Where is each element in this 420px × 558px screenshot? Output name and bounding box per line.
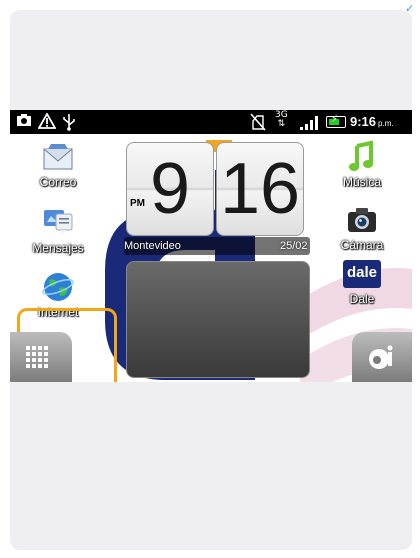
clock-city: Montevideo <box>124 240 181 252</box>
app-mensajes[interactable]: Mensajes <box>18 206 98 255</box>
camera-icon <box>345 203 379 237</box>
signal-strength-icon <box>300 116 320 130</box>
dale-logo-icon: dale <box>343 260 381 288</box>
corner-mark-icon: ✓ <box>405 2 415 15</box>
phone-dialer-button[interactable] <box>352 332 412 382</box>
phone-icon <box>369 345 393 369</box>
photo-notification-icon <box>16 113 32 131</box>
app-label: Cámara <box>340 238 384 252</box>
clock-minute: 16 <box>216 142 304 236</box>
clock-widget[interactable]: 9 16 PM Montevideo 25/02 <box>118 140 310 260</box>
clock-hour: 9 <box>126 142 214 236</box>
app-correo[interactable]: Correo <box>18 140 98 189</box>
phone-home-screen: 3G⇅ ⚡ 9:16p.m. Correo Mensajes Interne <box>10 110 412 382</box>
all-apps-button[interactable] <box>10 332 72 382</box>
mail-icon <box>41 140 75 174</box>
app-label: Mensajes <box>32 241 84 255</box>
app-dale[interactable]: dale Dale <box>322 260 402 306</box>
globe-icon <box>41 270 75 304</box>
messages-icon <box>41 206 75 240</box>
clock-date: 25/02 <box>280 240 308 252</box>
app-musica[interactable]: Música <box>322 140 402 189</box>
usb-icon <box>62 113 76 135</box>
no-sim-icon <box>250 113 266 135</box>
music-note-icon <box>345 140 379 174</box>
battery-icon: ⚡ <box>326 114 346 128</box>
app-label: Correo <box>39 175 77 189</box>
app-camara[interactable]: Cámara <box>322 203 402 252</box>
status-time: 9:16 p.m. <box>350 114 394 129</box>
network-type: 3G ⇅ <box>275 110 288 129</box>
weather-widget[interactable] <box>126 261 310 378</box>
clock-ampm: PM <box>130 198 145 209</box>
app-label: Dale <box>349 292 375 306</box>
apps-grid-icon <box>26 346 50 370</box>
app-label: Música <box>342 175 381 189</box>
warning-notification-icon <box>37 112 57 133</box>
status-bar: 3G ⇅ ⚡ 9:16 p.m. <box>10 110 412 134</box>
